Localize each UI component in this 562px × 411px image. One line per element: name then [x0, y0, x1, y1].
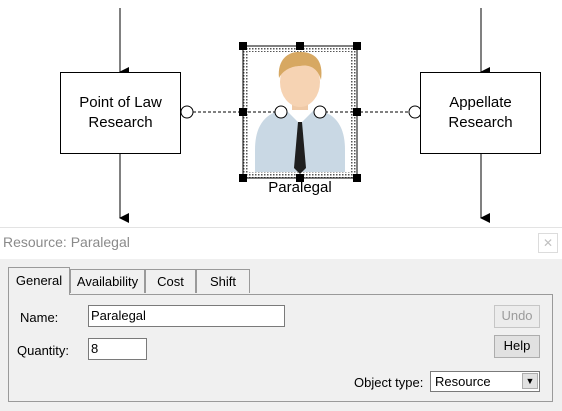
name-field[interactable]: Paralegal [88, 305, 285, 327]
close-icon[interactable]: ✕ [538, 233, 558, 253]
activity-point-of-law-research[interactable]: Point of Law Research [60, 72, 181, 154]
quantity-label: Quantity: [17, 343, 70, 358]
port-left-activity[interactable] [180, 105, 194, 119]
port-resource-right[interactable] [313, 105, 327, 119]
dialog-title: Resource: Paralegal [3, 234, 130, 250]
object-type-select[interactable]: Resource ▼ [430, 371, 540, 392]
resource-dialog: Resource: Paralegal ✕ General Availabili… [0, 227, 562, 411]
object-type-value: Resource [435, 374, 491, 389]
object-type-label: Object type: [354, 375, 424, 390]
quantity-field[interactable]: 8 [88, 338, 147, 360]
diagram-canvas[interactable]: Point of Law Research Appellate Research… [0, 0, 562, 226]
tab-cost[interactable]: Cost [145, 269, 196, 293]
chevron-down-icon[interactable]: ▼ [522, 373, 538, 389]
activity-appellate-research[interactable]: Appellate Research [420, 72, 541, 154]
tab-shift[interactable]: Shift [196, 269, 250, 293]
port-resource-left[interactable] [274, 105, 288, 119]
name-label: Name: [20, 310, 59, 325]
tab-general[interactable]: General [8, 267, 70, 295]
resource-label: Paralegal [268, 179, 332, 196]
undo-button[interactable]: Undo [494, 305, 540, 328]
help-button[interactable]: Help [494, 335, 540, 358]
tab-availability[interactable]: Availability [70, 269, 145, 293]
dialog-titlebar[interactable]: Resource: Paralegal ✕ [0, 227, 562, 259]
